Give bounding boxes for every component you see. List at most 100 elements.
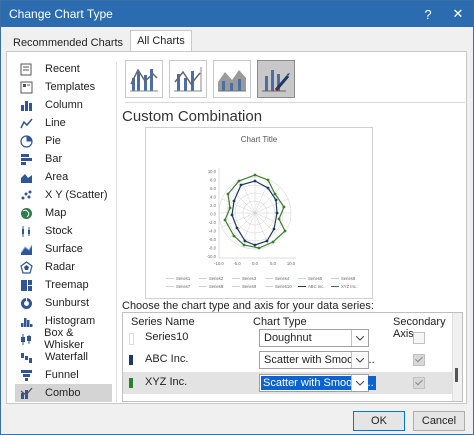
sunburst-chart-icon [19,296,33,310]
series-row-xyz-inc[interactable]: XYZ Inc. Scatter with Smooth ... [123,372,454,394]
cancel-button[interactable]: Cancel [413,411,465,431]
stacked-area-column-icon [218,70,246,92]
y-tick-label: -6.0 [209,237,217,242]
x-tick-label: 0.0 [252,261,258,266]
chart-type-label: Radar [45,261,75,273]
chart-type-treemap[interactable]: Treemap [15,276,112,294]
chart-type-box-whisker[interactable]: Box & Whisker [15,327,112,351]
chart-type-list: Recent Templates Column Line Pie Bar Area X Y (… [15,60,112,402]
map-chart-icon [19,206,33,220]
x-tick-label: -10.0 [214,261,224,266]
surface-chart-icon [19,242,33,256]
xyz-inc-swatch [129,378,133,388]
series10-chart-type-value: Doughnut [264,332,312,344]
chart-type-surface[interactable]: Surface [15,240,112,258]
chart-type-area[interactable]: Area [15,168,112,186]
series-grid: Series Name Chart Type Secondary Axis Se… [122,312,463,402]
chart-type-funnel[interactable]: Funnel [15,366,112,384]
treemap-chart-icon [19,278,33,292]
clustered-column-line-secondary-subtype[interactable] [169,60,207,98]
x-tick-label: -5.0 [233,261,241,266]
legend-entry: Series5 [308,276,323,281]
ok-button[interactable]: OK [353,411,405,431]
legend-entry: Series7 [176,284,191,289]
chart-type-label: Area [45,171,69,183]
subtype-divider [125,102,465,103]
list-divider [116,62,117,402]
chart-type-label: X Y (Scatter) [45,189,108,201]
tab-recommended-charts[interactable]: Recommended Charts [6,32,130,53]
legend-entry: Series1 [176,276,191,281]
combo-subtype-row [125,60,295,98]
chart-type-column[interactable]: Column [15,96,112,114]
y-tick-label: 2.0 [210,203,216,208]
legend-entry: Series2 [209,276,224,281]
chart-type-label: Treemap [45,279,89,291]
series-grid-scrollbar[interactable] [452,313,462,401]
tab-bar: Recommended Charts All Charts [6,30,192,53]
chart-type-combo[interactable]: Combo [15,384,112,402]
legend-entry: Series6 [341,276,356,281]
series-section-label: Choose the chart type and axis for your … [122,300,374,312]
preview-chart-svg: 10.0 8.0 6.0 4.0 2.0 0.0 -2.0 -4.0 -6.0 -8.0 -10.0… [166,168,357,289]
close-button[interactable]: ✕ [443,1,473,27]
help-button[interactable]: ? [413,1,443,27]
y-tick-label: -2.0 [209,220,217,225]
abc-inc-chart-type-select[interactable]: Scatter with Smooth ... [259,351,375,369]
chart-type-templates[interactable]: Templates [15,78,112,96]
legend-entry: Series3 [242,276,257,281]
chart-type-sunburst[interactable]: Sunburst [15,294,112,312]
legend-entry: Series10 [275,284,292,289]
y-tick-label: 8.0 [210,178,216,183]
xyz-inc-chart-type-select[interactable]: Scatter with Smooth ... [259,374,376,392]
xyz-inc-secondary-axis-checkbox[interactable] [413,377,425,389]
y-tick-label: -10.0 [206,254,216,259]
chart-type-label: Waterfall [45,351,88,363]
chevron-down-icon[interactable] [351,330,368,346]
chart-type-label: Bar [45,153,63,165]
series10-name: Series10 [145,331,189,343]
area-chart-icon [19,170,33,184]
series10-secondary-axis-checkbox[interactable] [413,332,425,344]
change-chart-type-dialog: Change Chart Type ? ✕ Recommended Charts… [0,0,474,435]
abc-inc-swatch [129,355,133,365]
chevron-down-icon[interactable] [351,375,368,391]
scatter-chart-icon [19,188,33,202]
chart-type-stock[interactable]: Stock [15,222,112,240]
box-whisker-chart-icon [19,332,32,346]
chart-type-pie[interactable]: Pie [15,132,112,150]
combo-chart-icon [19,386,33,400]
legend-entry: ABC Inc. [308,284,325,289]
chart-type-label: Map [45,207,67,219]
stacked-area-column-subtype[interactable] [213,60,251,98]
chart-type-bar[interactable]: Bar [15,150,112,168]
chart-type-line[interactable]: Line [15,114,112,132]
bar-chart-icon [19,152,33,166]
custom-combination-icon [262,70,290,92]
scrollbar-thumb[interactable] [455,368,458,382]
clustered-column-line-subtype[interactable] [125,60,163,98]
series-row-abc-inc[interactable]: ABC Inc. Scatter with Smooth ... [123,349,454,371]
chart-type-label: Stock [45,225,73,237]
legend-entry: Series4 [275,276,290,281]
stock-chart-icon [19,224,33,238]
chart-type-recent[interactable]: Recent [15,60,112,78]
chart-type-label: Box & Whisker [44,327,84,351]
chart-type-radar[interactable]: Radar [15,258,112,276]
y-tick-label: 0.0 [210,212,216,217]
funnel-chart-icon [19,368,33,382]
x-tick-label: 10.0 [287,261,296,266]
custom-combination-subtype[interactable] [257,60,295,98]
series10-chart-type-select[interactable]: Doughnut [259,329,369,347]
chart-type-scatter[interactable]: X Y (Scatter) [15,186,112,204]
chart-type-label: Funnel [45,369,79,381]
chevron-down-icon[interactable] [351,352,368,368]
abc-inc-secondary-axis-checkbox[interactable] [413,354,425,366]
clustered-column-line-icon [130,68,158,92]
y-tick-label: 4.0 [210,195,216,200]
xyz-inc-name: XYZ Inc. [145,376,188,388]
combo-heading: Custom Combination [122,108,263,125]
chart-type-map[interactable]: Map [15,204,112,222]
tab-all-charts[interactable]: All Charts [130,30,192,53]
series-row-series10[interactable]: Series10 Doughnut [123,327,454,349]
